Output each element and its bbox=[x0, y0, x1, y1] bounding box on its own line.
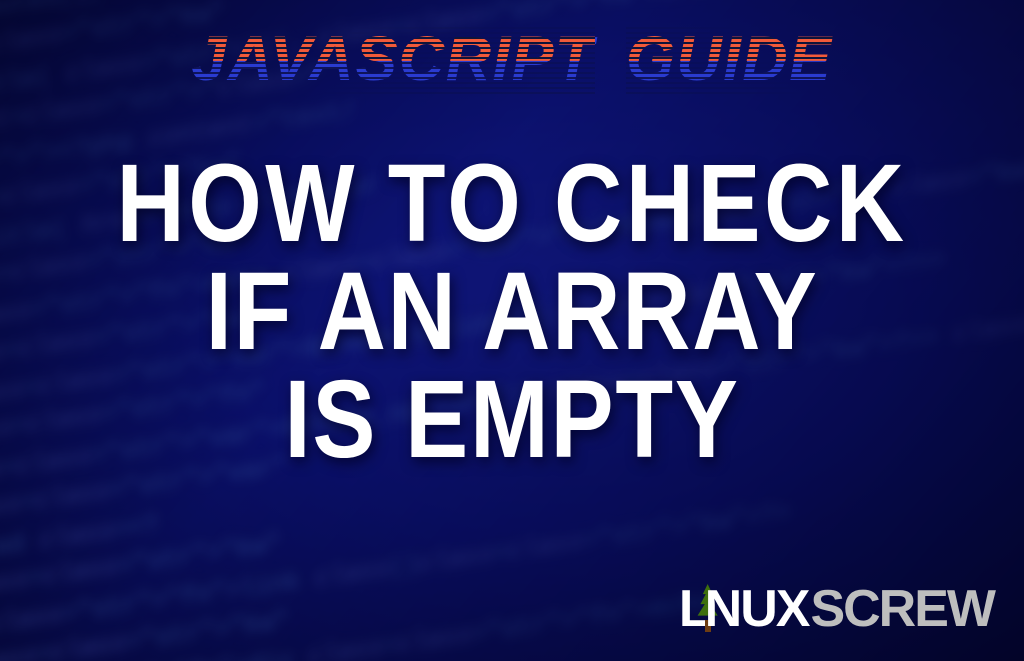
headline-line-3: IS EMPTY bbox=[72, 366, 953, 474]
site-logo: LNUXSCREW bbox=[679, 579, 994, 639]
headline: HOW TO CHECK IF AN ARRAY IS EMPTY bbox=[72, 150, 953, 473]
banner-word-2: GUIDE bbox=[626, 24, 832, 95]
hero-graphic: 18class=class="str">"kw"><?php attribute… bbox=[0, 0, 1024, 661]
logo-part-nux: NUX bbox=[705, 580, 811, 638]
banner-word-1: JAVASCRIPT bbox=[191, 24, 595, 95]
headline-line-1: HOW TO CHECK bbox=[72, 150, 953, 258]
series-banner: JAVASCRIPT GUIDE bbox=[0, 24, 1024, 95]
headline-line-2: IF AN ARRAY bbox=[72, 258, 953, 366]
logo-part-screw: SCREW bbox=[810, 580, 994, 638]
